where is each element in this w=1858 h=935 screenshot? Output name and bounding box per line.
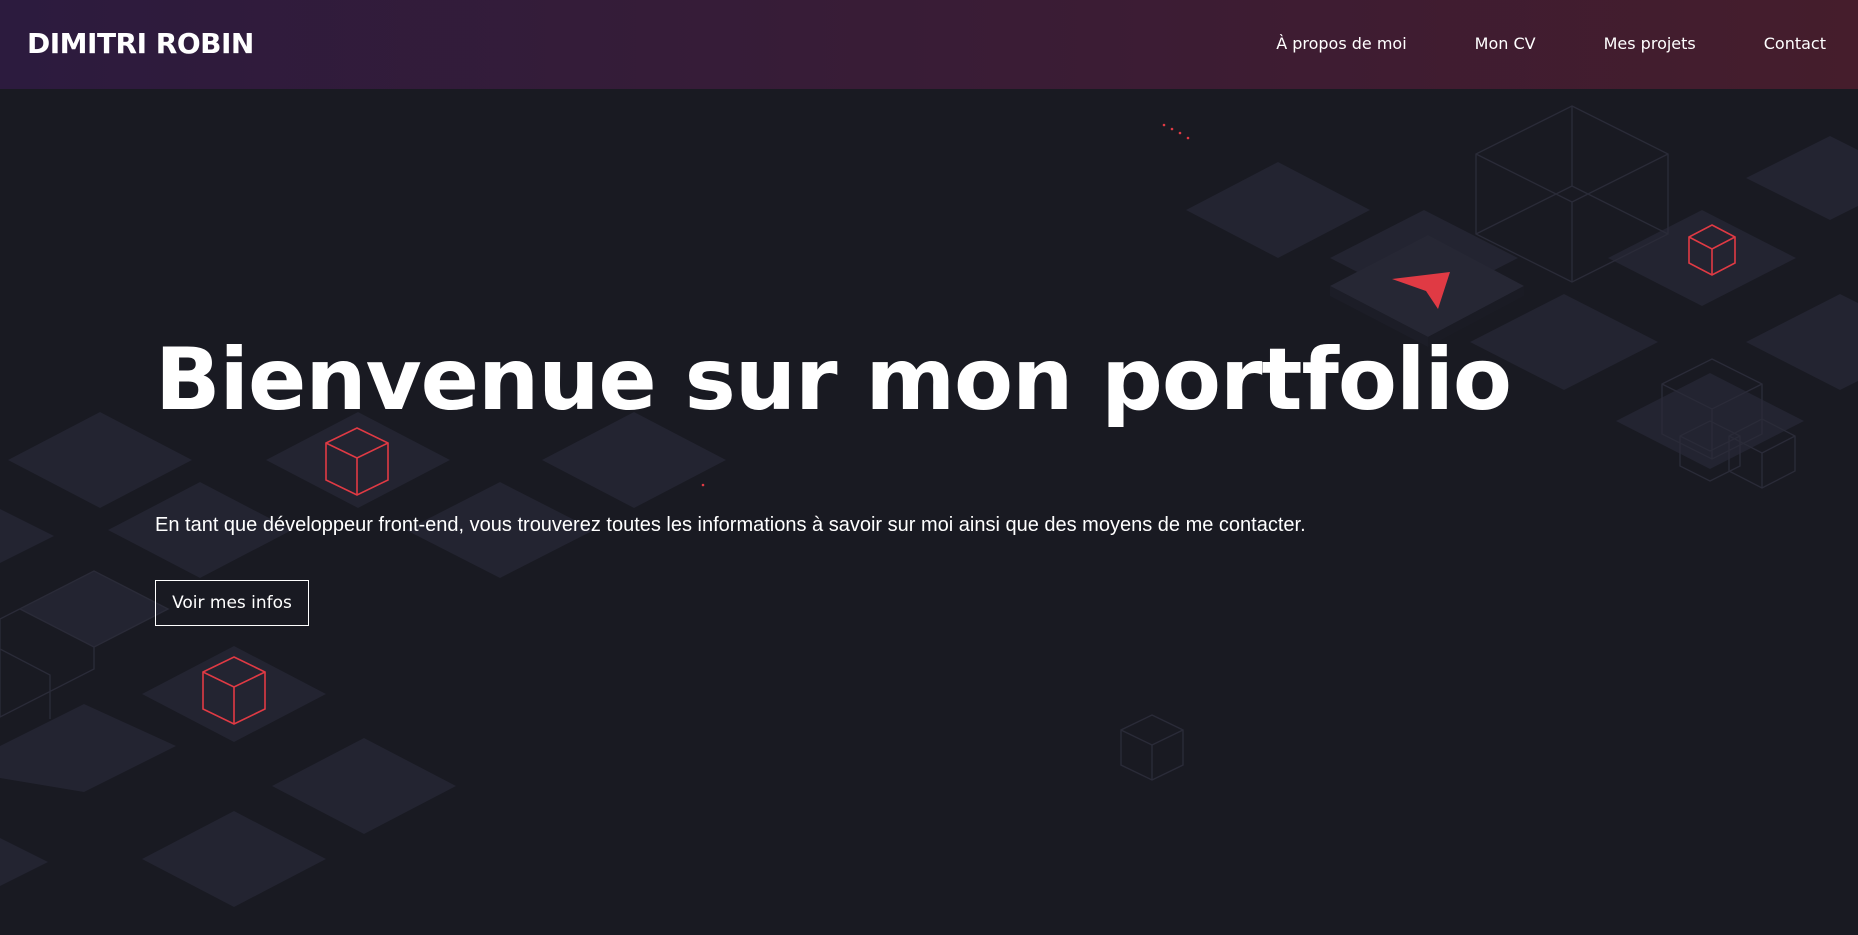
bg-tile — [272, 738, 456, 834]
site-logo[interactable]: DIMITRI ROBIN — [27, 26, 254, 62]
hero-title: Bienvenue sur mon portfolio — [155, 330, 1512, 430]
view-info-button[interactable]: Voir mes infos — [155, 580, 309, 626]
bg-tile — [20, 571, 168, 647]
bg-tile — [142, 811, 326, 907]
wireframe-cube-icon — [1120, 714, 1184, 781]
hero-subtitle: En tant que développeur front-end, vous … — [155, 514, 1306, 536]
main-nav: À propos de moi Mon CV Mes projets Conta… — [1208, 30, 1826, 58]
bg-tile — [0, 704, 176, 792]
bg-tile — [0, 509, 54, 563]
nav-link-contact[interactable]: Contact — [1764, 30, 1826, 58]
nav-link-cv[interactable]: Mon CV — [1475, 30, 1536, 58]
nav-link-about[interactable]: À propos de moi — [1276, 30, 1406, 58]
page: DIMITRI ROBIN À propos de moi Mon CV Mes… — [0, 0, 1858, 935]
bg-tile — [1746, 136, 1858, 220]
site-header: DIMITRI ROBIN À propos de moi Mon CV Mes… — [0, 0, 1858, 89]
bg-tile — [1608, 210, 1796, 306]
hero-section: Bienvenue sur mon portfolio En tant que … — [155, 320, 1512, 626]
bg-tile — [0, 838, 48, 886]
bg-tile — [1186, 162, 1370, 258]
bg-tile — [1746, 294, 1858, 390]
nav-link-projects[interactable]: Mes projets — [1604, 30, 1696, 58]
